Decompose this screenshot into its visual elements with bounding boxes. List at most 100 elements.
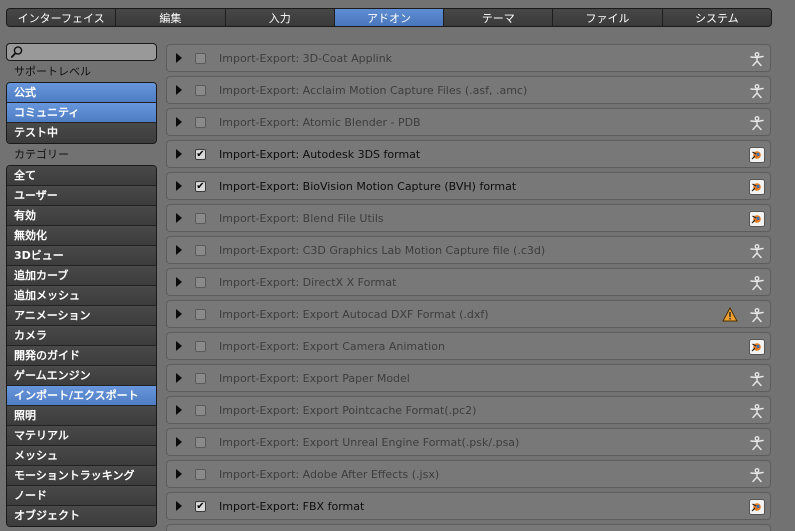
addon-enable-checkbox[interactable]: ✔ (195, 149, 206, 160)
addon-preferences-window: インターフェイス 編集 入力 アドオン テーマ ファイル システム サポートレベル 公式 コミ… (0, 0, 795, 531)
addon-enable-checkbox[interactable] (195, 277, 206, 288)
category-item-11[interactable]: インポート/エクスポート (7, 386, 156, 406)
category-item-13[interactable]: マテリアル (7, 426, 156, 446)
support-level-item-0[interactable]: 公式 (7, 83, 156, 103)
community-icon (750, 84, 764, 99)
addon-enable-checkbox[interactable] (195, 373, 206, 384)
addon-name: Import-Export: C3D Graphics Lab Motion C… (219, 244, 546, 257)
expand-triangle-icon[interactable] (176, 373, 182, 383)
addon-enable-checkbox[interactable] (195, 309, 206, 320)
category-item-7[interactable]: アニメーション (7, 306, 156, 326)
addon-sidebar: サポートレベル 公式 コミュニティ テスト中 カテゴリー 全て ユーザー 有効 無効化 3D… (6, 43, 157, 527)
addon-enable-checkbox[interactable]: ✔ (195, 501, 206, 512)
category-item-6[interactable]: 追加メッシュ (7, 286, 156, 306)
addon-name: Import-Export: Export Autocad DXF Format… (219, 308, 489, 321)
category-item-0[interactable]: 全て (7, 166, 156, 186)
tab-6[interactable]: システム (662, 9, 771, 26)
community-icon (750, 308, 764, 323)
category-item-16[interactable]: ノード (7, 486, 156, 506)
expand-triangle-icon[interactable] (176, 149, 182, 159)
expand-triangle-icon[interactable] (176, 213, 182, 223)
expand-triangle-icon[interactable] (176, 405, 182, 415)
community-icon (750, 52, 764, 67)
addon-name: Import-Export: Blend File Utils (219, 212, 384, 225)
addon-enable-checkbox[interactable] (195, 437, 206, 448)
expand-triangle-icon[interactable] (176, 341, 182, 351)
support-level-item-1[interactable]: コミュニティ (7, 103, 156, 123)
addon-enable-checkbox[interactable] (195, 117, 206, 128)
addon-row: Import-Export: 3D-Coat Applink (166, 44, 771, 72)
addon-row: ✔ Import-Export: FBX format (166, 492, 771, 520)
addon-name: Import-Export: Export Paper Model (219, 372, 410, 385)
expand-triangle-icon[interactable] (176, 437, 182, 447)
category-item-4[interactable]: 3Dビュー (7, 246, 156, 266)
expand-triangle-icon[interactable] (176, 181, 182, 191)
category-group: 全て ユーザー 有効 無効化 3Dビュー 追加カーブ 追加メッシュ アニメーション カメラ 開発の… (6, 165, 157, 527)
official-icon (749, 211, 765, 227)
expand-triangle-icon[interactable] (176, 85, 182, 95)
category-item-14[interactable]: メッシュ (7, 446, 156, 466)
addon-row: Import-Export: Atomic Blender - PDB (166, 108, 771, 136)
addon-name: Import-Export: Export Camera Animation (219, 340, 445, 353)
expand-triangle-icon[interactable] (176, 469, 182, 479)
addon-row: Import-Export: Export Unreal Engine Form… (166, 428, 771, 456)
community-icon (750, 372, 764, 387)
official-icon (749, 499, 765, 515)
addon-search-input[interactable] (6, 43, 157, 61)
category-item-12[interactable]: 照明 (7, 406, 156, 426)
expand-triangle-icon[interactable] (176, 501, 182, 511)
official-icon (749, 179, 765, 195)
community-icon (750, 116, 764, 131)
category-item-17[interactable]: オブジェクト (7, 506, 156, 526)
addon-enable-checkbox[interactable] (195, 469, 206, 480)
category-item-8[interactable]: カメラ (7, 326, 156, 346)
addon-name: Import-Export: Export Unreal Engine Form… (219, 436, 520, 449)
tab-2[interactable]: 入力 (225, 9, 335, 26)
addon-row: Import-Export: Adobe After Effects (.jsx… (166, 460, 771, 488)
addon-row: Import-Export: Acclaim Motion Capture Fi… (166, 76, 771, 104)
addon-name: Import-Export: Atomic Blender - PDB (219, 116, 421, 129)
addon-enable-checkbox[interactable] (195, 85, 206, 96)
addon-row (166, 524, 771, 531)
addon-name: Import-Export: Acclaim Motion Capture Fi… (219, 84, 528, 97)
tab-1[interactable]: 編集 (116, 9, 226, 26)
tab-3[interactable]: アドオン (334, 9, 445, 26)
category-item-1[interactable]: ユーザー (7, 186, 156, 206)
category-item-5[interactable]: 追加カーブ (7, 266, 156, 286)
category-item-15[interactable]: モーショントラッキング (7, 466, 156, 486)
expand-triangle-icon[interactable] (176, 309, 182, 319)
addon-row: ✔ Import-Export: BioVision Motion Capture… (166, 172, 771, 200)
category-item-2[interactable]: 有効 (7, 206, 156, 226)
addon-name: Import-Export: Autodesk 3DS format (219, 148, 421, 161)
category-item-3[interactable]: 無効化 (7, 226, 156, 246)
support-level-item-2[interactable]: テスト中 (7, 123, 156, 143)
addon-enable-checkbox[interactable] (195, 405, 206, 416)
expand-triangle-icon[interactable] (176, 277, 182, 287)
community-icon (750, 468, 764, 483)
addon-name: Import-Export: DirectX X Format (219, 276, 397, 289)
search-icon (10, 46, 23, 58)
category-item-10[interactable]: ゲームエンジン (7, 366, 156, 386)
community-icon (750, 436, 764, 451)
addon-row: Import-Export: C3D Graphics Lab Motion C… (166, 236, 771, 264)
addon-enable-checkbox[interactable] (195, 341, 206, 352)
addon-row: Import-Export: Export Paper Model (166, 364, 771, 392)
addon-row: ✔ Import-Export: Autodesk 3DS format (166, 140, 771, 168)
addon-enable-checkbox[interactable]: ✔ (195, 181, 206, 192)
addon-enable-checkbox[interactable] (195, 245, 206, 256)
tab-5[interactable]: ファイル (553, 9, 663, 26)
addon-row: Import-Export: Export Camera Animation (166, 332, 771, 360)
category-item-9[interactable]: 開発のガイド (7, 346, 156, 366)
category-label: カテゴリー (14, 148, 69, 161)
warning-icon (722, 307, 738, 322)
expand-triangle-icon[interactable] (176, 53, 182, 63)
preferences-tab-bar: インターフェイス 編集 入力 アドオン テーマ ファイル システム (6, 8, 772, 27)
expand-triangle-icon[interactable] (176, 245, 182, 255)
tab-0[interactable]: インターフェイス (7, 9, 117, 26)
addon-enable-checkbox[interactable] (195, 213, 206, 224)
addon-name: Import-Export: 3D-Coat Applink (219, 52, 393, 65)
expand-triangle-icon[interactable] (176, 117, 182, 127)
addon-name: Import-Export: BioVision Motion Capture … (219, 180, 517, 193)
addon-enable-checkbox[interactable] (195, 53, 206, 64)
tab-4[interactable]: テーマ (444, 9, 554, 26)
